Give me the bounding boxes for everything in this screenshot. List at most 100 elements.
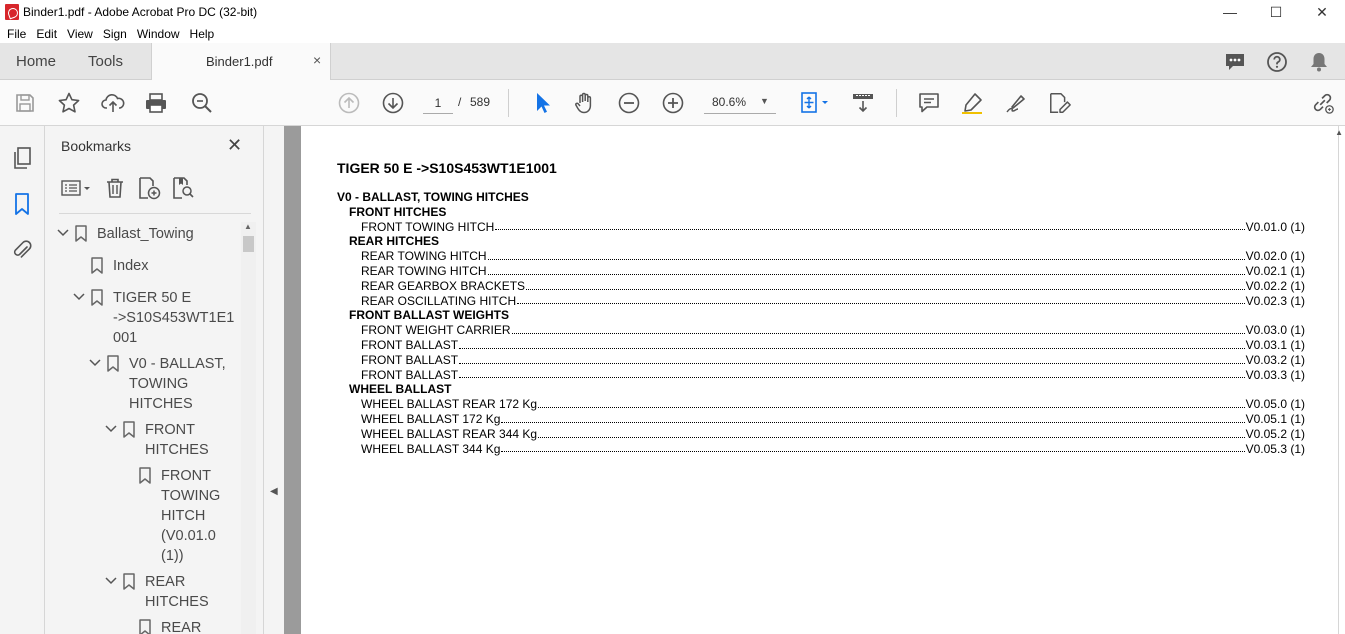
- toc-entry-ref: V0.02.3 (1): [1245, 293, 1305, 308]
- bookmark-item[interactable]: REAR: [139, 618, 201, 634]
- bookmark-label: TIGER 50 E ->S10S453WT1E1 001: [113, 290, 235, 346]
- print-icon[interactable]: [144, 91, 168, 115]
- find-bookmark-icon[interactable]: [171, 176, 195, 200]
- bookmark-icon: [75, 225, 87, 242]
- document-viewer[interactable]: TIGER 50 E ->S10S453WT1E1001 V0 - BALLAS…: [284, 126, 1345, 634]
- toc-entry[interactable]: WHEEL BALLAST REAR 172 Kg V0.05.0 (1): [337, 397, 1305, 412]
- menu-view[interactable]: View: [62, 27, 98, 41]
- chevron-down-icon[interactable]: [87, 355, 103, 375]
- star-bookmark-icon[interactable]: [57, 91, 81, 115]
- close-panel-button[interactable]: ✕: [227, 135, 242, 156]
- toc-entry-name: REAR TOWING HITCH: [361, 263, 487, 278]
- toolbar: / 589 80.6% ▼: [0, 80, 1345, 126]
- page-number-input[interactable]: [423, 92, 453, 114]
- draw-sign-icon[interactable]: [1004, 91, 1028, 115]
- tab-tools[interactable]: Tools: [88, 53, 123, 70]
- previous-page-icon[interactable]: [337, 91, 361, 115]
- toc-entry[interactable]: FRONT BALLAST V0.03.3 (1): [337, 368, 1305, 383]
- menu-file[interactable]: File: [2, 27, 31, 41]
- delete-bookmark-icon[interactable]: [103, 176, 127, 200]
- scroll-up-arrow-icon[interactable]: ▲: [244, 222, 252, 231]
- toc-leader-dots: [487, 264, 1245, 275]
- toc-entry[interactable]: REAR TOWING HITCH V0.02.1 (1): [337, 264, 1305, 279]
- bookmark-item[interactable]: FRONT TOWING HITCH (V0.01.0 (1)): [139, 466, 220, 566]
- add-comment-icon[interactable]: [917, 91, 941, 115]
- document-title: TIGER 50 E ->S10S453WT1E1001: [337, 160, 557, 176]
- bookmark-item[interactable]: FRONT HITCHES: [103, 420, 209, 460]
- new-bookmark-icon[interactable]: [137, 176, 161, 200]
- toc-entry[interactable]: WHEEL BALLAST 344 Kg V0.05.3 (1): [337, 442, 1305, 457]
- toc-leader-dots: [487, 249, 1245, 260]
- tab-document[interactable]: Binder1.pdf ×: [151, 43, 331, 80]
- toc-leader-dots: [526, 279, 1245, 290]
- scroll-mode-icon[interactable]: [851, 91, 875, 115]
- chevron-down-icon[interactable]: [55, 225, 71, 245]
- toc-entry[interactable]: REAR GEARBOX BRACKETS V0.02.2 (1): [337, 279, 1305, 294]
- select-cursor-icon[interactable]: [530, 91, 554, 115]
- minimize-button[interactable]: —: [1207, 0, 1253, 24]
- share-link-icon[interactable]: [1311, 91, 1335, 115]
- menu-edit[interactable]: Edit: [31, 27, 62, 41]
- bookmark-item[interactable]: TIGER 50 E ->S10S453WT1E1 001: [71, 288, 234, 348]
- toc-entry-ref: V0.05.2 (1): [1245, 426, 1305, 441]
- toc-entry-name: FRONT WEIGHT CARRIER: [361, 323, 511, 338]
- menu-help[interactable]: Help: [185, 27, 220, 41]
- toc-entry-name: WHEEL BALLAST 344 Kg: [361, 441, 501, 456]
- toc-entry-ref: V0.05.3 (1): [1245, 441, 1305, 456]
- maximize-button[interactable]: ☐: [1253, 0, 1299, 24]
- hand-pan-icon[interactable]: [573, 91, 597, 115]
- bookmark-item[interactable]: Ballast_Towing: [55, 224, 194, 245]
- page-thumbnails-icon[interactable]: [10, 146, 34, 170]
- scroll-up-arrow-icon[interactable]: ▲: [1335, 128, 1343, 137]
- scroll-thumb[interactable]: [243, 236, 254, 252]
- page-separator: /: [458, 95, 462, 109]
- toc-leader-dots: [538, 397, 1245, 408]
- chevron-down-icon[interactable]: [71, 289, 87, 309]
- toolbar-divider: [508, 89, 509, 117]
- comment-bubble-icon[interactable]: [1223, 50, 1247, 74]
- toc-entry[interactable]: WHEEL BALLAST 172 Kg V0.05.1 (1): [337, 412, 1305, 427]
- bookmarks-panel-icon[interactable]: [10, 192, 34, 216]
- zoom-in-icon[interactable]: [661, 91, 685, 115]
- tab-close-button[interactable]: ×: [313, 52, 321, 68]
- attachments-paperclip-icon[interactable]: [10, 238, 34, 262]
- toc-entry[interactable]: FRONT BALLAST V0.03.1 (1): [337, 338, 1305, 353]
- toc-entry[interactable]: FRONT TOWING HITCH V0.01.0 (1): [337, 220, 1305, 235]
- zoom-out-icon[interactable]: [617, 91, 641, 115]
- toc-entry[interactable]: REAR TOWING HITCH V0.02.0 (1): [337, 249, 1305, 264]
- save-icon[interactable]: [13, 91, 37, 115]
- bookmark-label: FRONT HITCHES: [145, 422, 209, 458]
- toc-entry[interactable]: FRONT BALLAST V0.03.2 (1): [337, 353, 1305, 368]
- highlight-pen-icon[interactable]: [960, 91, 984, 115]
- upload-cloud-icon[interactable]: [101, 91, 125, 115]
- next-page-icon[interactable]: [381, 91, 405, 115]
- toc-entry[interactable]: FRONT WEIGHT CARRIER V0.03.0 (1): [337, 323, 1305, 338]
- toc-entry-ref: V0.03.1 (1): [1245, 337, 1305, 352]
- bookmark-icon: [123, 421, 135, 438]
- close-window-button[interactable]: ✕: [1299, 0, 1345, 24]
- bookmark-label: Index: [113, 258, 149, 274]
- toc-entry[interactable]: REAR OSCILLATING HITCH V0.02.3 (1): [337, 294, 1305, 309]
- bookmark-item[interactable]: V0 - BALLAST, TOWING HITCHES: [87, 354, 226, 414]
- table-of-contents: V0 - BALLAST, TOWING HITCHES FRONT HITCH…: [337, 190, 1305, 456]
- bookmark-icon: [91, 257, 103, 274]
- chevron-down-icon[interactable]: [103, 421, 119, 441]
- zoom-select[interactable]: 80.6% ▼: [704, 92, 776, 114]
- toc-entry[interactable]: WHEEL BALLAST REAR 344 Kg V0.05.2 (1): [337, 427, 1305, 442]
- collapse-panel-arrow-icon[interactable]: ◀: [270, 486, 278, 497]
- edit-pdf-icon[interactable]: [1048, 91, 1072, 115]
- bookmark-item[interactable]: Index: [91, 256, 148, 276]
- fit-page-icon[interactable]: [797, 91, 831, 115]
- bookmark-options-icon[interactable]: [59, 176, 93, 200]
- menu-window[interactable]: Window: [132, 27, 185, 41]
- bookmarks-scrollbar[interactable]: ▲: [241, 222, 256, 634]
- tab-home[interactable]: Home: [16, 53, 56, 70]
- toc-leader-dots: [459, 368, 1245, 379]
- search-zoom-icon[interactable]: [190, 91, 214, 115]
- menu-sign[interactable]: Sign: [98, 27, 132, 41]
- toc-entry-name: WHEEL BALLAST REAR 344 Kg: [361, 426, 538, 441]
- notifications-bell-icon[interactable]: [1307, 50, 1331, 74]
- help-icon[interactable]: [1265, 50, 1289, 74]
- chevron-down-icon[interactable]: [103, 573, 119, 593]
- bookmark-item[interactable]: REAR HITCHES: [103, 572, 209, 612]
